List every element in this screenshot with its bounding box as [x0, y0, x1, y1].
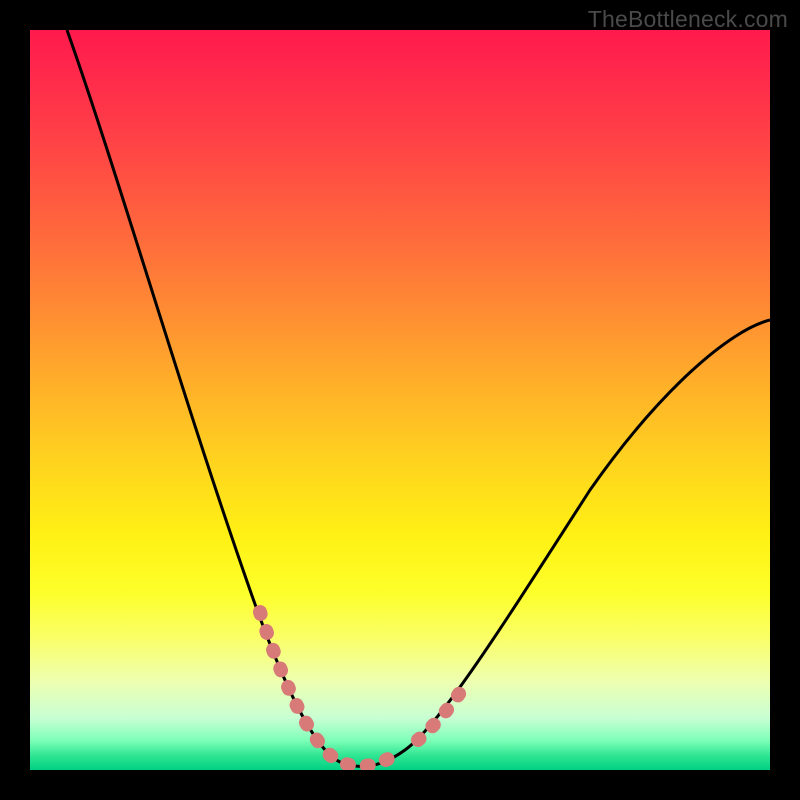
- chart-plot-area: [30, 30, 770, 770]
- left-dip-marker: [260, 612, 390, 766]
- watermark-text: TheBottleneck.com: [588, 6, 788, 33]
- chart-svg: [30, 30, 770, 770]
- bottleneck-curve: [67, 30, 770, 766]
